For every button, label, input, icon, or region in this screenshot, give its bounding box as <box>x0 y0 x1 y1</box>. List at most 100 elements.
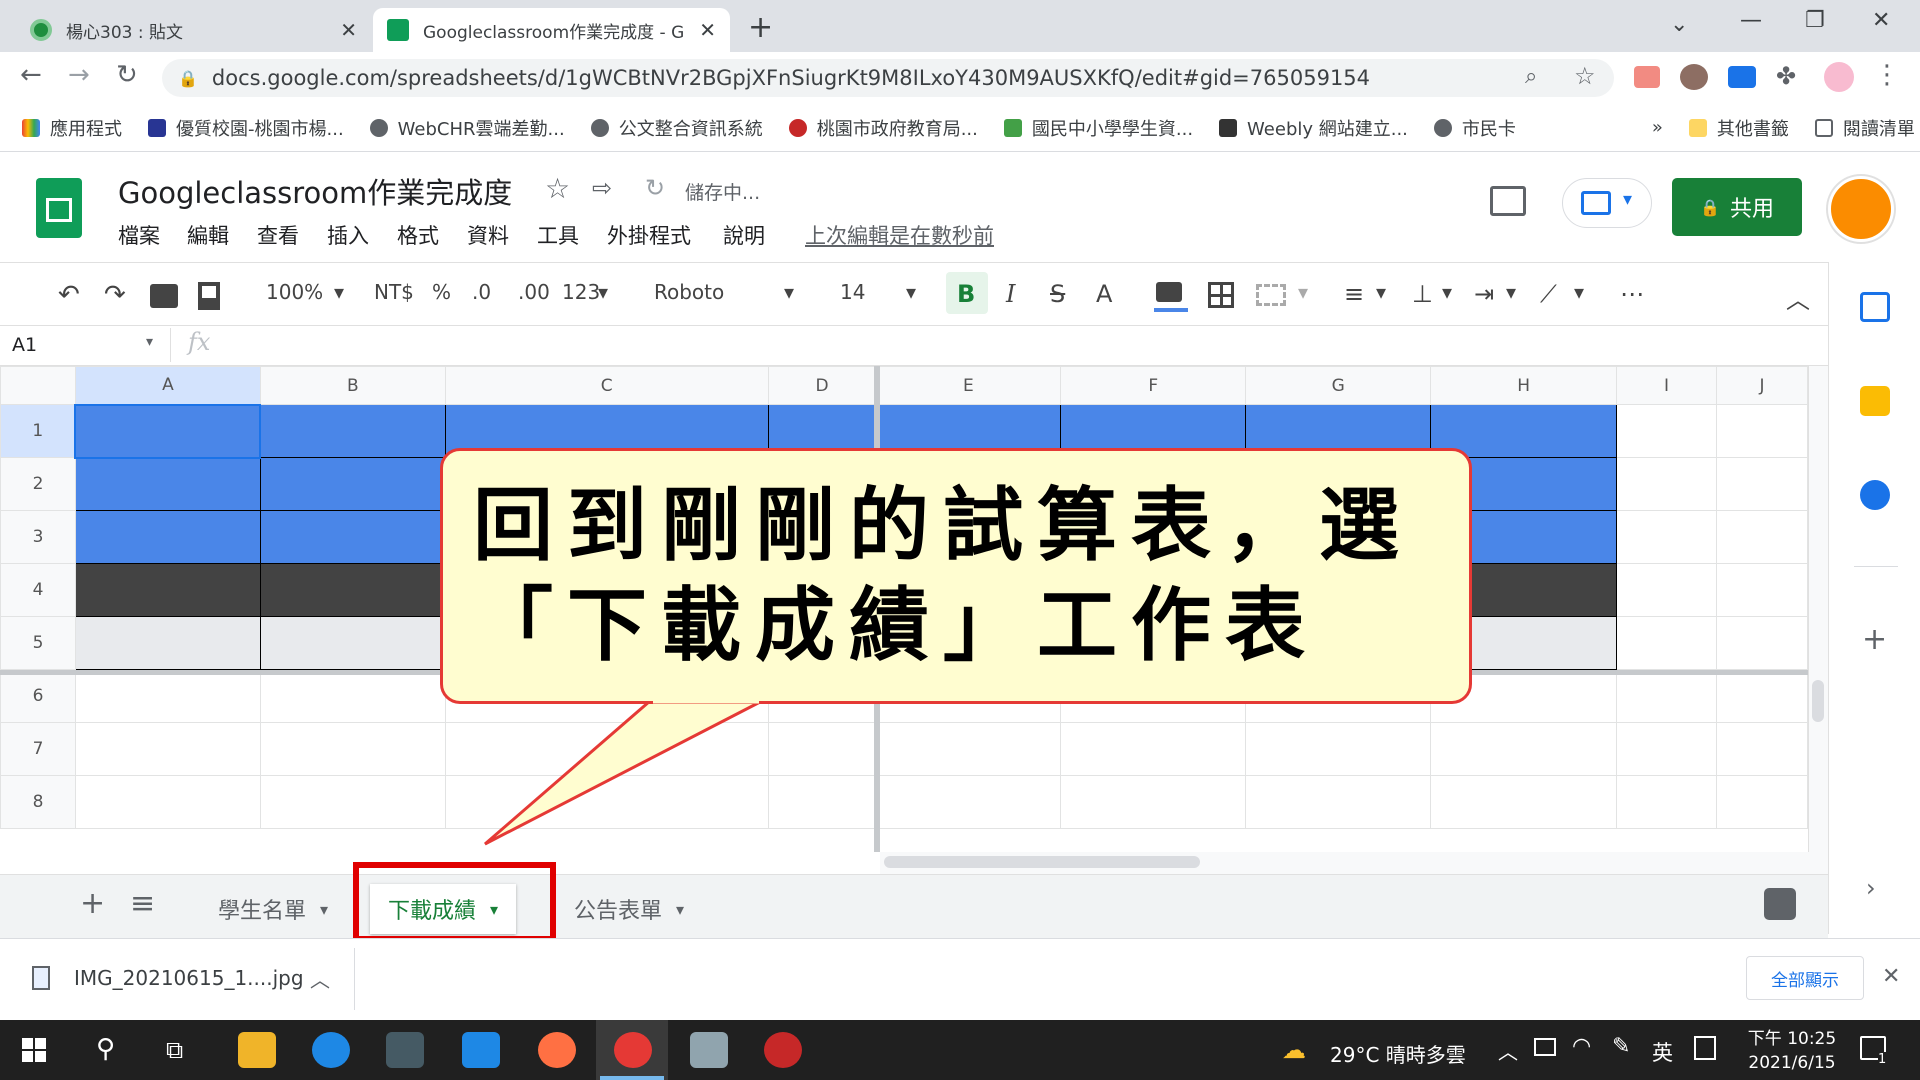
forward-icon[interactable]: → <box>68 60 90 90</box>
tab-search-icon[interactable]: ⌄ <box>1670 12 1688 37</box>
close-tab-icon[interactable]: ✕ <box>340 18 357 42</box>
cell[interactable] <box>1715 669 1808 723</box>
mail-icon[interactable] <box>462 1032 500 1068</box>
clock[interactable]: 下午 10:25 2021/6/15 <box>1742 1024 1842 1073</box>
cell[interactable] <box>1616 616 1717 670</box>
search-icon[interactable]: ⚲ <box>96 1034 115 1064</box>
close-window-button[interactable]: ✕ <box>1872 8 1890 33</box>
chevron-down-icon[interactable]: ▾ <box>1376 280 1386 304</box>
cell[interactable] <box>1616 404 1717 458</box>
minimize-button[interactable]: — <box>1740 8 1762 33</box>
cell-a1-selected[interactable] <box>74 403 262 459</box>
menu-help[interactable]: 說明 <box>723 220 765 250</box>
print-icon[interactable] <box>150 284 178 308</box>
formula-input[interactable] <box>240 330 1800 362</box>
column-header[interactable]: A <box>74 366 261 405</box>
star-icon[interactable]: ☆ <box>545 172 570 205</box>
cell[interactable] <box>259 722 446 776</box>
bookmark-item[interactable]: WebCHR雲端差勤... <box>369 115 565 141</box>
more-formats-button[interactable]: 123 <box>562 280 600 304</box>
chrome-menu-icon[interactable]: ⋮ <box>1874 60 1900 90</box>
cell[interactable] <box>1616 722 1717 776</box>
cell[interactable] <box>1715 457 1808 511</box>
bookmark-item[interactable]: 優質校園-桃園市楊... <box>148 115 344 141</box>
borders-icon[interactable] <box>1208 282 1234 308</box>
cell[interactable] <box>74 669 261 723</box>
close-download-bar-icon[interactable]: ✕ <box>1882 964 1900 989</box>
cell[interactable] <box>1715 404 1808 458</box>
windows-start-icon[interactable] <box>22 1038 46 1062</box>
ime-mode-icon[interactable] <box>1694 1036 1716 1060</box>
chrome-icon[interactable] <box>614 1032 652 1068</box>
zoom-icon[interactable]: ⌕ <box>1525 64 1537 89</box>
cell[interactable] <box>1715 563 1808 617</box>
chevron-up-icon[interactable]: ︿ <box>310 964 330 993</box>
name-box[interactable]: A1 <box>12 334 37 356</box>
row-header[interactable]: 3 <box>0 510 76 564</box>
notepad-icon[interactable] <box>690 1032 728 1068</box>
chevron-down-icon[interactable]: ▾ <box>146 334 153 350</box>
menu-file[interactable]: 檔案 <box>118 220 160 250</box>
font-family-select[interactable]: Roboto <box>654 280 724 304</box>
other-bookmarks[interactable]: 其他書籤 <box>1688 115 1789 141</box>
cell[interactable] <box>1715 616 1808 670</box>
font-size-select[interactable]: 14 <box>840 280 865 304</box>
firefox-icon[interactable] <box>538 1032 576 1068</box>
bookmark-item[interactable]: 桃園市政府教育局... <box>788 115 978 141</box>
column-header[interactable]: G <box>1245 366 1432 405</box>
extension-meet-icon[interactable] <box>1728 66 1756 88</box>
chevron-down-icon[interactable]: ▾ <box>784 280 794 304</box>
cell[interactable] <box>1715 722 1808 776</box>
collapse-menu-icon[interactable]: ︿ <box>1786 280 1810 315</box>
new-tab-button[interactable]: + <box>748 10 773 45</box>
store-icon[interactable] <box>386 1032 424 1068</box>
cell[interactable] <box>259 775 446 829</box>
row-header[interactable]: 1 <box>0 404 76 458</box>
cell[interactable] <box>1616 457 1717 511</box>
percent-format-button[interactable]: % <box>432 280 451 304</box>
bookmark-item[interactable]: 公文整合資訊系統 <box>590 115 763 141</box>
wifi-icon[interactable]: ◠ <box>1572 1034 1591 1059</box>
edge-icon[interactable] <box>312 1032 350 1068</box>
cell[interactable] <box>259 563 446 617</box>
merge-cells-icon[interactable] <box>1256 284 1286 306</box>
add-sheet-icon[interactable]: + <box>80 886 105 921</box>
increase-decimal-button[interactable]: .00 <box>518 280 550 304</box>
undo-icon[interactable]: ↶ <box>58 280 80 310</box>
url-input[interactable]: 🔒 docs.google.com/spreadsheets/d/1gWCBtN… <box>162 59 1614 97</box>
cell[interactable] <box>1616 775 1717 829</box>
text-wrap-icon[interactable]: ⇥ <box>1474 280 1494 308</box>
sheet-tab-announcement-form[interactable]: 公告表單 ▾ <box>556 884 702 934</box>
add-addon-icon[interactable]: + <box>1862 622 1887 657</box>
all-sheets-menu-icon[interactable]: ≡ <box>130 886 155 921</box>
menu-data[interactable]: 資料 <box>467 220 509 250</box>
ime-indicator[interactable]: 英 <box>1652 1037 1673 1067</box>
bookmark-item[interactable]: 國民中小學學生資... <box>1003 115 1193 141</box>
pen-icon[interactable]: ✎ <box>1612 1034 1630 1059</box>
column-header[interactable]: I <box>1616 366 1717 405</box>
cell[interactable] <box>74 563 261 617</box>
column-header[interactable]: H <box>1430 366 1618 405</box>
present-button[interactable]: ▾ <box>1562 178 1652 228</box>
explore-icon[interactable] <box>1764 888 1796 920</box>
browser-tab-sheets[interactable]: Googleclassroom作業完成度 - G ✕ <box>373 8 730 52</box>
bookmark-star-icon[interactable]: ☆ <box>1574 62 1596 90</box>
profile-avatar[interactable] <box>1824 62 1854 92</box>
move-folder-icon[interactable]: ⇨ <box>592 174 612 202</box>
keep-icon[interactable] <box>1860 386 1890 416</box>
show-all-downloads-button[interactable]: 全部顯示 <box>1746 956 1864 1000</box>
tray-overflow-icon[interactable]: ︿ <box>1498 1036 1518 1065</box>
cell[interactable] <box>259 457 446 511</box>
weather-text[interactable]: 29°C 晴時多雲 <box>1330 1039 1466 1068</box>
menu-tools[interactable]: 工具 <box>537 220 579 250</box>
row-header[interactable]: 8 <box>0 775 76 829</box>
paint-format-icon[interactable] <box>198 282 220 310</box>
weather-icon[interactable]: ☁ <box>1282 1036 1306 1064</box>
column-header[interactable]: B <box>259 366 446 405</box>
currency-format-button[interactable]: NT$ <box>374 280 414 304</box>
maximize-button[interactable]: ❐ <box>1805 8 1825 33</box>
cell[interactable] <box>259 616 446 670</box>
cell[interactable] <box>74 616 261 670</box>
row-header[interactable]: 7 <box>0 722 76 776</box>
cell[interactable] <box>74 457 261 511</box>
